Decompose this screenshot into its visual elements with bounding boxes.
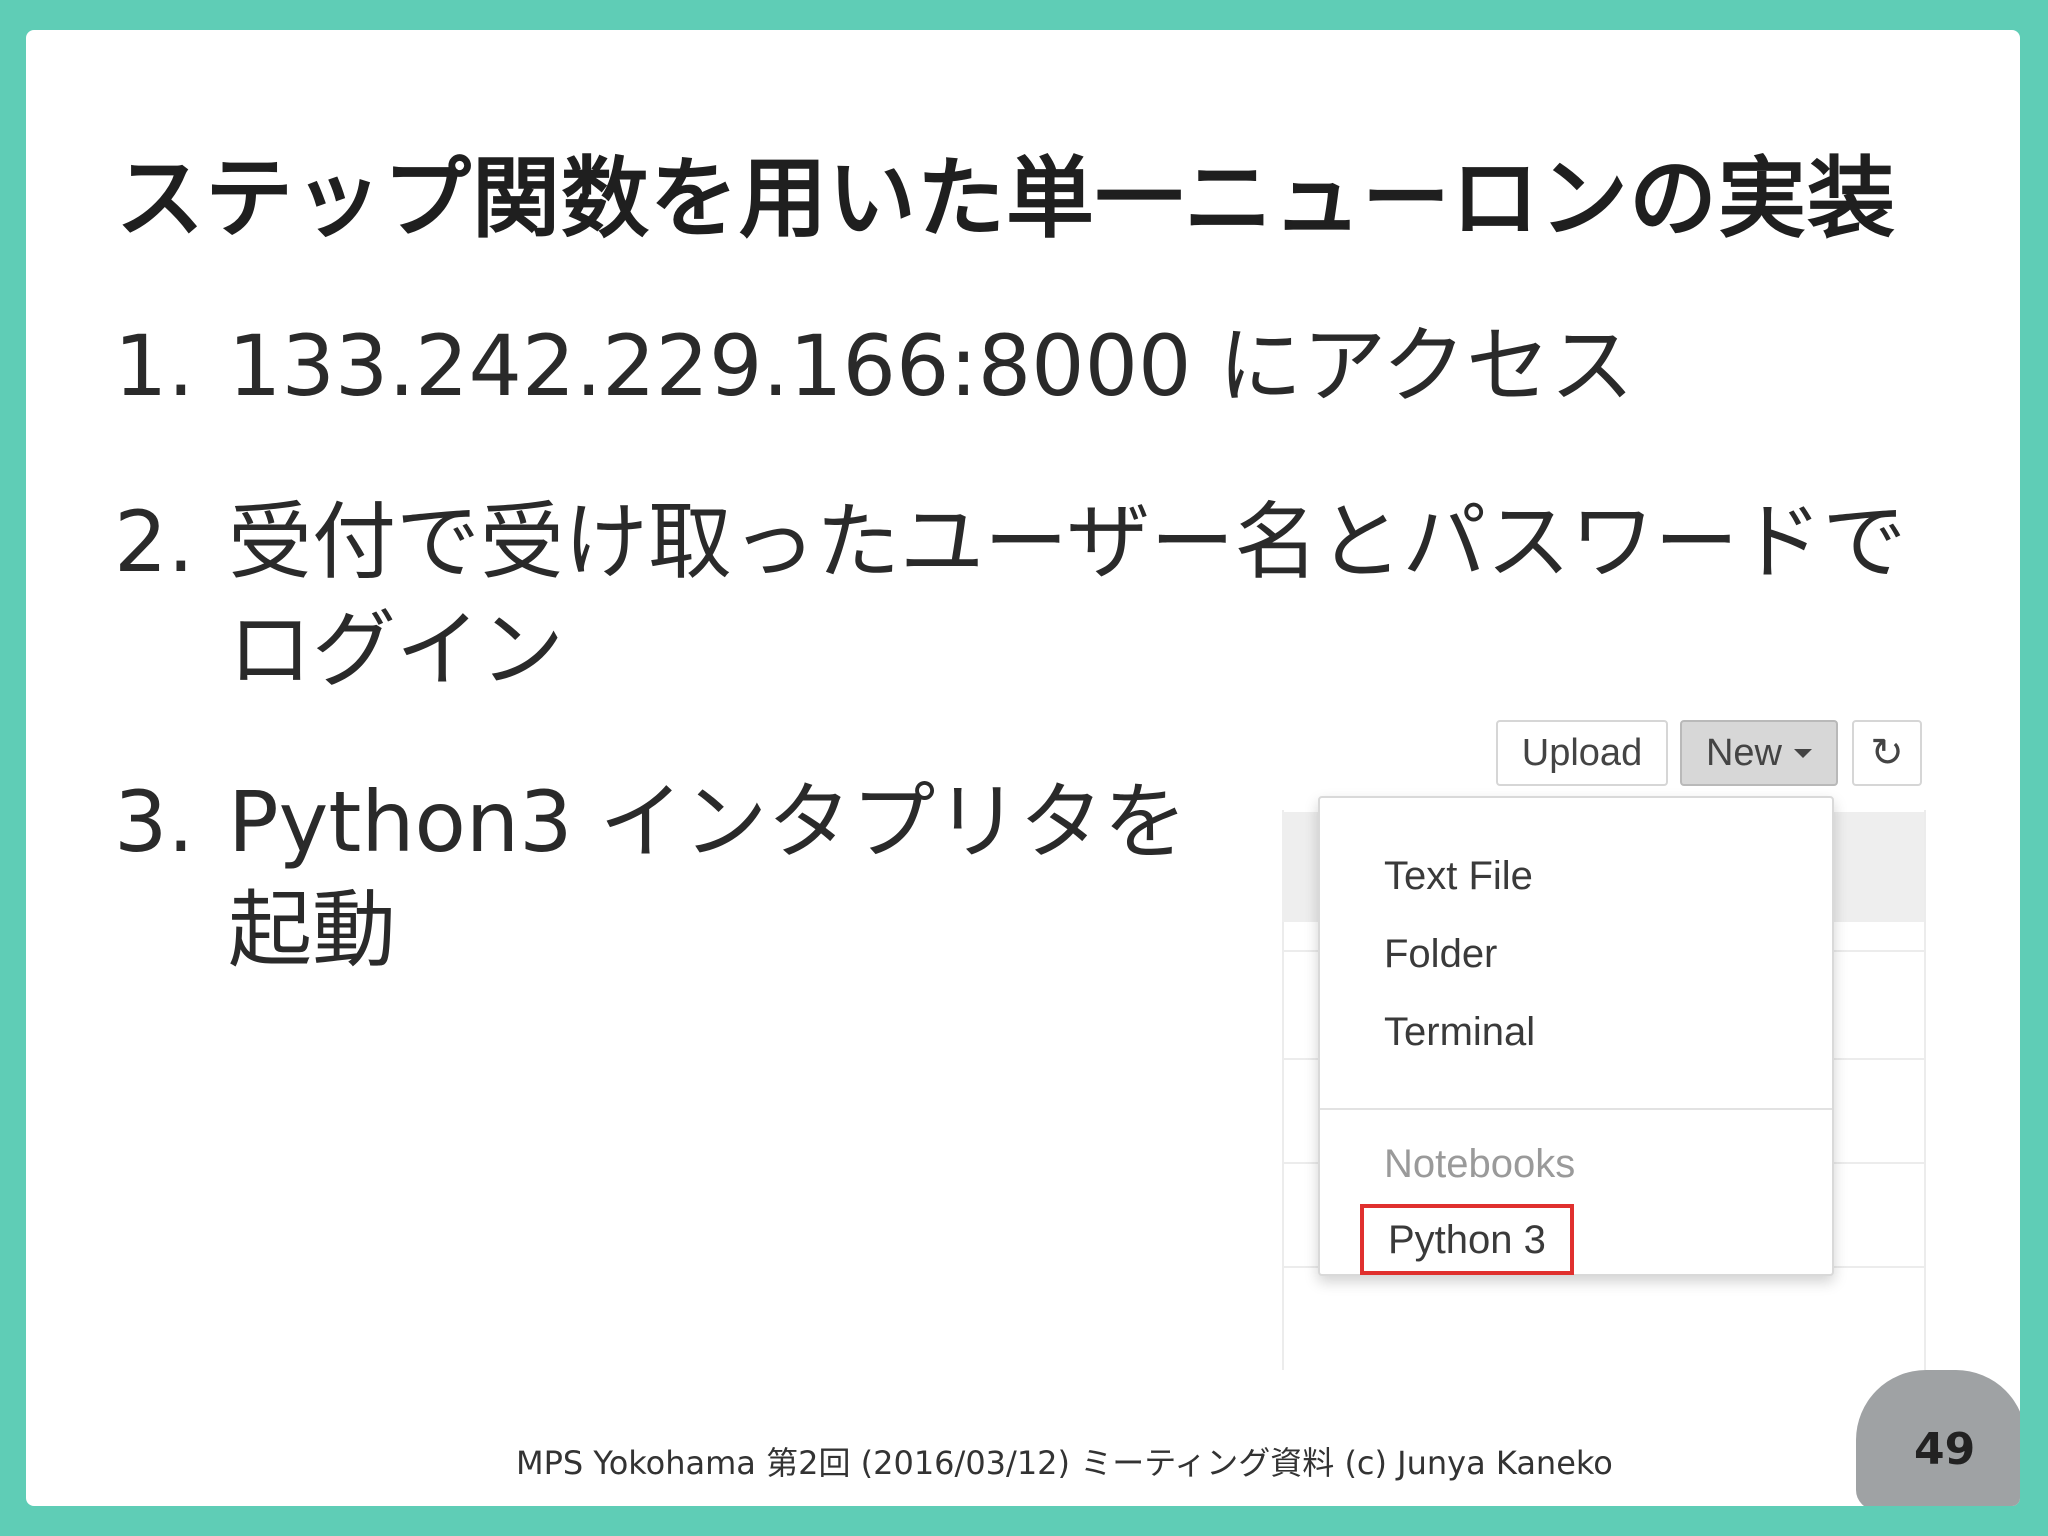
list-item-text-line-2: ログイン: [228, 601, 565, 699]
caret-down-icon: [1794, 748, 1813, 758]
upload-button[interactable]: Upload: [1496, 720, 1668, 786]
slide-title: ステップ関数を用いた単一ニューロンの実装: [116, 147, 1897, 250]
slide: ステップ関数を用いた単一ニューロンの実装 1. 133.242.229.166:…: [26, 30, 2020, 1506]
slide-footer: MPS Yokohama 第2回 (2016/03/12) ミーティング資料 (…: [516, 1444, 1613, 1482]
menu-divider: [1320, 1108, 1832, 1110]
list-item-text-line-1: 受付で受け取ったユーザー名とパスワードで: [228, 493, 1907, 591]
refresh-button[interactable]: ↻: [1852, 720, 1922, 786]
list-item-number: 2.: [114, 493, 195, 591]
upload-button-label: Upload: [1521, 731, 1643, 774]
new-dropdown-button[interactable]: New: [1680, 720, 1838, 786]
new-dropdown-menu: Text File Folder Terminal Notebooks Pyth…: [1318, 796, 1834, 1276]
list-item-text: 133.242.229.166:8000 にアクセス: [228, 317, 1634, 415]
list-item-text-line-2: 起動: [228, 881, 397, 979]
menu-item-text-file[interactable]: Text File: [1384, 854, 1533, 899]
menu-header-notebooks: Notebooks: [1384, 1142, 1576, 1186]
list-item-text-line-1: Python3 インタプリタを: [228, 773, 1188, 871]
list-item-number: 3.: [114, 773, 195, 871]
menu-item-python3[interactable]: Python 3: [1360, 1204, 1574, 1275]
menu-item-terminal[interactable]: Terminal: [1384, 1010, 1535, 1055]
list-item-number: 1.: [114, 317, 195, 415]
refresh-icon: ↻: [1870, 731, 1904, 775]
page-number: 49: [1914, 1424, 1976, 1475]
new-button-label: New: [1705, 731, 1783, 774]
menu-item-folder[interactable]: Folder: [1384, 932, 1497, 977]
